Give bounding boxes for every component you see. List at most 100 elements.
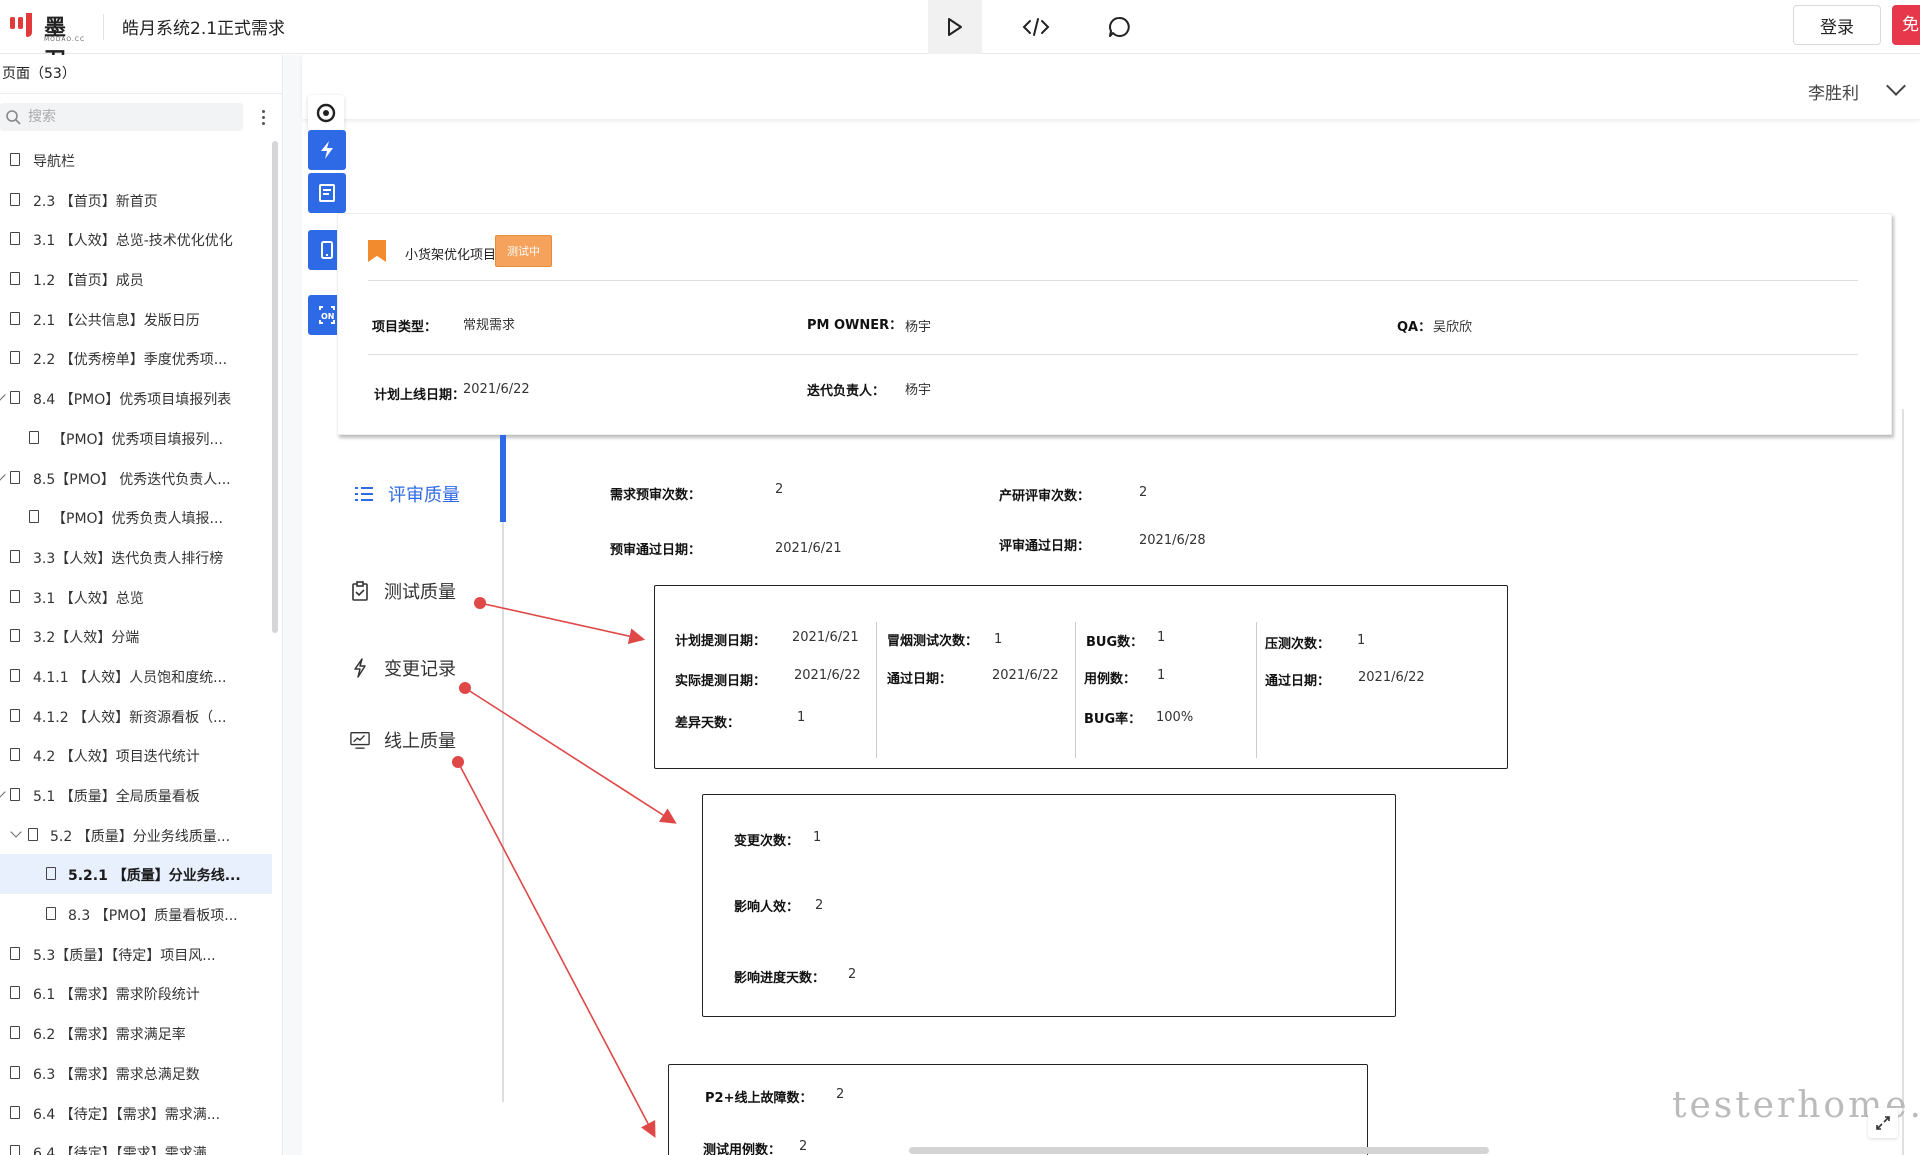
page-tree: 导航栏 2.3 【首页】新首页 3.1 【人效】总览-技术优化优化 1.2 【首… [0, 140, 272, 1155]
annotation-arrows [452, 597, 677, 1138]
artboard: 李胜利 ON 小货架优化项目 测试中 项目类型： 常规需求 PM OWNER： … [302, 55, 1920, 1155]
free-trial-button[interactable]: 免 [1892, 5, 1920, 45]
chevron-down-icon[interactable] [10, 826, 22, 838]
page-item[interactable]: 5.1 【质量】全局质量看板 [0, 775, 272, 815]
document-icon [10, 391, 20, 405]
page-item-label: 导航栏 [33, 154, 75, 170]
horizontal-scrollbar[interactable] [909, 1147, 1489, 1154]
arrow-to-change-box [459, 682, 677, 824]
search-icon [6, 110, 21, 125]
document-icon [10, 748, 20, 762]
document-icon [10, 946, 20, 960]
page-sidebar: 页面（53） 导航栏 2.3 【首页】新首页 3.1 【人效】总览-技术优化优化… [0, 55, 283, 1155]
page-item-label: 3.3【人效】迭代负责人排行榜 [33, 550, 224, 567]
page-item[interactable]: 5.2 【质量】分业务线质量... [0, 815, 272, 855]
document-icon [10, 708, 20, 722]
page-item[interactable]: 2.2 【优秀榜单】季度优秀项... [0, 338, 272, 378]
document-icon [29, 510, 39, 524]
page-item-label: 5.1 【质量】全局质量看板 [33, 789, 200, 805]
chevron-down-icon[interactable] [0, 786, 6, 798]
page-item[interactable]: 8.4 【PMO】优秀项目填报列表 [0, 378, 272, 418]
page-item-label: 3.1 【人效】总览-技术优化优化 [33, 233, 233, 250]
page-item[interactable]: 4.1.1 【人效】人员饱和度统... [0, 656, 272, 696]
code-icon [1022, 18, 1050, 36]
page-item[interactable]: 3.1 【人效】总览 [0, 577, 272, 617]
page-item[interactable]: 4.2 【人效】项目迭代统计 [0, 735, 272, 775]
expand-icon [1876, 1116, 1890, 1130]
login-button[interactable]: 登录 [1793, 5, 1881, 45]
page-item[interactable]: 2.1 【公共信息】发版日历 [0, 299, 272, 339]
page-item[interactable]: 6.4 【待定】【需求】需求满... [0, 1132, 272, 1155]
page-item-label: 6.4 【待定】【需求】需求满... [33, 1106, 221, 1123]
page-item-label: 【PMO】优秀项目填报列... [52, 431, 223, 448]
pages-count-title: 页面（53） [2, 66, 76, 82]
page-item[interactable]: 2.3 【首页】新首页 [0, 180, 272, 220]
page-item[interactable]: 6.2 【需求】需求满足率 [0, 1013, 272, 1053]
document-icon [10, 986, 20, 1000]
page-item-label: 8.3 【PMO】质量看板项... [68, 908, 238, 925]
prototype-canvas: 李胜利 ON 小货架优化项目 测试中 项目类型： 常规需求 PM OWNER： … [284, 55, 1920, 1155]
document-icon [10, 549, 20, 563]
project-title: 皓月系统2.1正式需求 [122, 19, 286, 39]
document-icon [10, 1105, 20, 1119]
document-icon [10, 470, 20, 484]
page-item[interactable]: 3.2【人效】分端 [0, 616, 272, 656]
document-icon [10, 1145, 20, 1155]
logo-subtext: MODAO.CC [44, 36, 86, 43]
page-item-label: 6.1 【需求】需求阶段统计 [33, 987, 200, 1004]
chevron-down-icon[interactable] [0, 468, 6, 481]
page-item-label: 2.3 【首页】新首页 [33, 193, 158, 210]
document-icon [10, 192, 20, 206]
modao-logo-icon [10, 13, 38, 39]
arrow-to-test-box [474, 597, 646, 645]
page-item-active[interactable]: 5.2.1 【质量】分业务线... [0, 854, 272, 895]
page-item[interactable]: 【PMO】优秀负责人填报... [0, 497, 272, 537]
page-item-label: 4.1.1 【人效】人员饱和度统... [33, 669, 227, 686]
arrow-to-online-box [452, 756, 656, 1138]
page-item-label: 4.1.2 【人效】新资源看板（... [33, 709, 227, 726]
comment-mode-button[interactable] [1092, 0, 1146, 54]
page-item[interactable]: 5.3【质量】【待定】项目风... [0, 934, 272, 974]
page-item[interactable]: 4.1.2 【人效】新资源看板（... [0, 696, 272, 736]
top-bar: 墨刀 MODAO.CC 皓月系统2.1正式需求 登录 免 [0, 0, 1920, 73]
page-search-box[interactable] [0, 103, 243, 131]
page-item[interactable]: 3.3【人效】迭代负责人排行榜 [0, 537, 272, 577]
page-item[interactable]: 6.1 【需求】需求阶段统计 [0, 973, 272, 1013]
fullscreen-button[interactable] [1868, 1108, 1898, 1138]
page-item-label: 5.3【质量】【待定】项目风... [33, 947, 216, 964]
document-icon [29, 430, 39, 444]
page-item[interactable]: 6.3 【需求】需求总满足数 [0, 1053, 272, 1093]
page-item[interactable]: 6.4 【待定】【需求】需求满... [0, 1093, 272, 1133]
page-item-label: 4.2 【人效】项目迭代统计 [33, 749, 200, 766]
document-icon [46, 907, 56, 921]
page-item-label: 5.2.1 【质量】分业务线... [68, 868, 241, 885]
divider [103, 14, 104, 40]
document-icon [10, 668, 20, 682]
preview-mode-button[interactable] [928, 0, 982, 54]
document-icon [10, 788, 20, 801]
code-mode-button[interactable] [1009, 0, 1063, 54]
document-icon [10, 232, 20, 246]
page-search-input[interactable] [26, 107, 236, 127]
modao-logo[interactable]: 墨刀 MODAO.CC [10, 10, 86, 73]
page-item-label: 8.5【PMO】 优秀迭代负责人... [33, 471, 231, 488]
document-icon [10, 1065, 20, 1079]
page-item[interactable]: 导航栏 [0, 140, 272, 180]
page-item[interactable]: 3.1 【人效】总览-技术优化优化 [0, 219, 272, 259]
document-icon [46, 867, 56, 881]
more-options-icon[interactable] [255, 105, 271, 129]
document-icon [10, 272, 20, 286]
document-icon [10, 589, 20, 603]
chevron-down-icon[interactable] [0, 389, 6, 401]
sidebar-scrollbar[interactable] [272, 141, 278, 633]
page-item-label: 6.3 【需求】需求总满足数 [33, 1066, 200, 1083]
document-icon [10, 153, 20, 166]
page-item-label: 3.2【人效】分端 [33, 630, 140, 647]
page-item-label: 1.2 【首页】成员 [33, 273, 144, 290]
page-item-label: 2.2 【优秀榜单】季度优秀项... [33, 352, 228, 369]
page-item[interactable]: 【PMO】优秀项目填报列... [0, 418, 272, 458]
page-item[interactable]: 8.5【PMO】 优秀迭代负责人... [0, 458, 272, 498]
document-icon [10, 311, 20, 325]
page-item[interactable]: 1.2 【首页】成员 [0, 259, 272, 299]
page-item[interactable]: 8.3 【PMO】质量看板项... [0, 894, 272, 934]
